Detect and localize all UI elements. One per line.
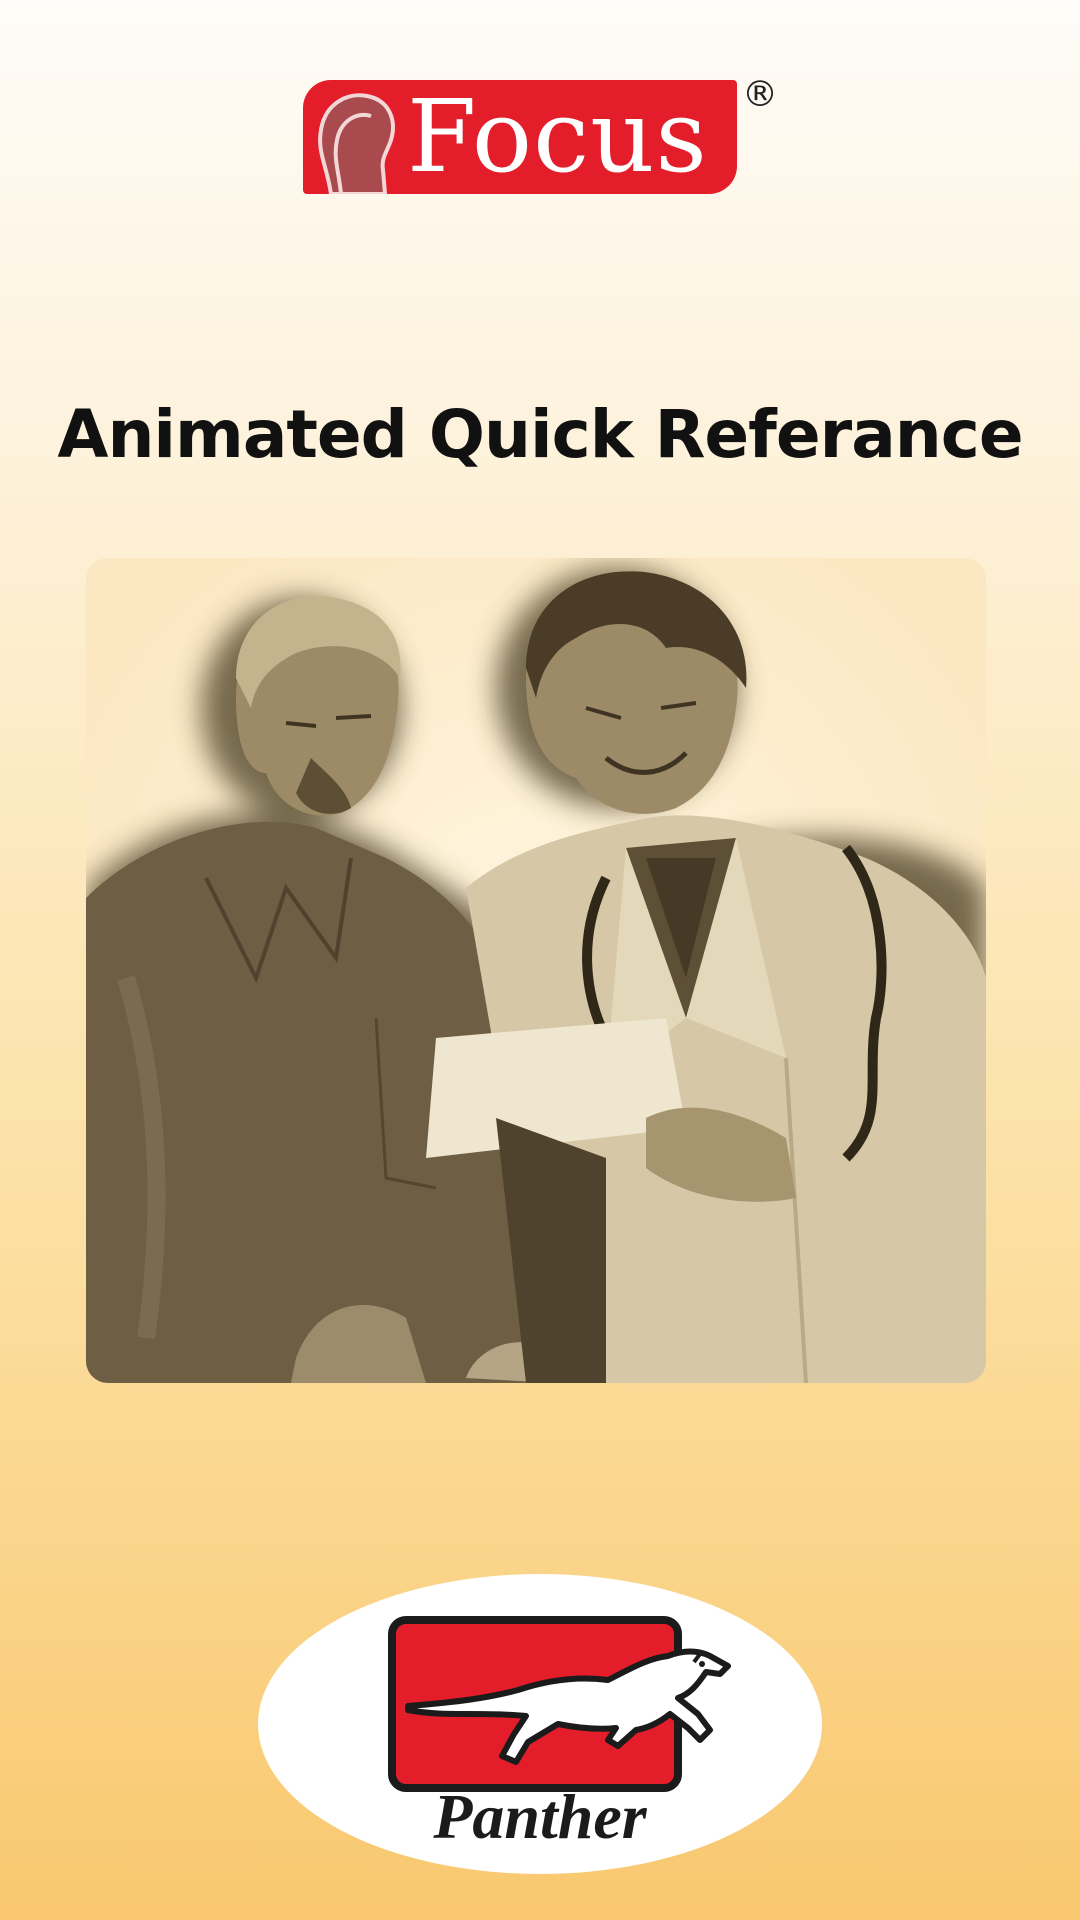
panther-logo: Panther (258, 1574, 822, 1874)
panther-wordmark: Panther (433, 1781, 647, 1852)
head-profile-icon (318, 93, 395, 194)
focus-wordmark: Focus (407, 80, 708, 194)
panther-icon (405, 1648, 731, 1765)
page-title: Animated Quick Referance (57, 396, 1023, 473)
focus-logo: Focus (303, 80, 737, 194)
doctor-patient-illustration (86, 558, 986, 1383)
registered-mark: ® (742, 74, 778, 115)
